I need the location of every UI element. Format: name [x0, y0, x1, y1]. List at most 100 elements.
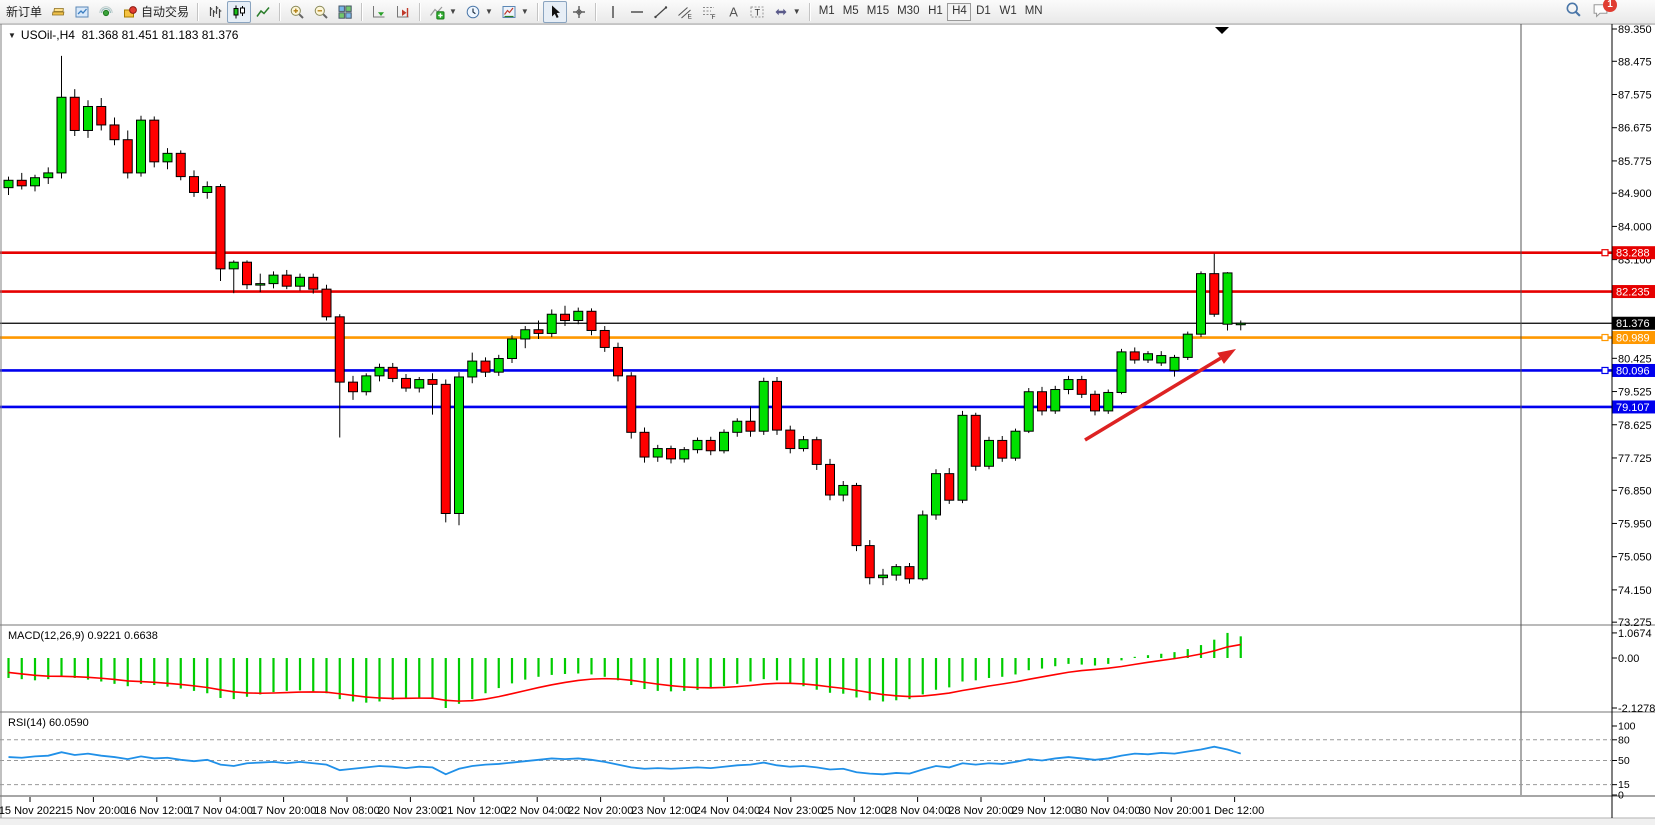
candle[interactable] — [137, 116, 146, 177]
fibonacci-button[interactable]: F — [697, 1, 721, 23]
axis-tick-label: 77.725 — [1618, 453, 1652, 465]
candle[interactable] — [627, 372, 636, 438]
auto-scroll-button[interactable] — [367, 1, 391, 23]
candle[interactable] — [720, 429, 729, 453]
bar-chart-icon — [207, 4, 223, 20]
tile-windows-button[interactable] — [333, 1, 357, 23]
search-button[interactable] — [1565, 1, 1582, 23]
trendline-button[interactable] — [649, 1, 673, 23]
candle[interactable] — [918, 511, 927, 581]
candle[interactable] — [1024, 388, 1033, 433]
time-label: 20 Nov 23:00 — [378, 805, 443, 817]
timeframe-m1-button[interactable]: M1 — [815, 3, 839, 21]
timeframe-m5-button[interactable]: M5 — [839, 3, 863, 21]
chart-expand-icon[interactable]: ▼ — [8, 31, 16, 40]
signals-button[interactable] — [94, 1, 118, 23]
timeframe-h1-button[interactable]: H1 — [923, 3, 947, 21]
candle[interactable] — [614, 343, 623, 382]
chat-button[interactable]: 1 — [1592, 1, 1609, 23]
time-label: 22 Nov 04:00 — [504, 805, 569, 817]
candle[interactable] — [640, 428, 649, 463]
svg-text:F: F — [711, 14, 715, 20]
svg-text:T: T — [754, 7, 760, 17]
autotrade-button[interactable]: 自动交易 — [118, 1, 193, 23]
zoom-in-icon — [289, 4, 305, 20]
time-label: 21 Nov 12:00 — [441, 805, 506, 817]
templates-button-dropdown-icon[interactable]: ▼ — [521, 7, 529, 16]
candle[interactable] — [216, 184, 225, 281]
time-label: 30 Nov 20:00 — [1138, 805, 1203, 817]
candle[interactable] — [759, 378, 768, 435]
chart-canvas[interactable]: 89.35088.47587.57586.67585.77584.90084.0… — [0, 24, 1655, 825]
line-handle[interactable] — [1602, 367, 1608, 373]
time-label: 25 Nov 12:00 — [821, 805, 886, 817]
candle[interactable] — [1051, 386, 1060, 414]
chart-shift-button[interactable] — [391, 1, 415, 23]
horizontal-line-button[interactable] — [625, 1, 649, 23]
timeframe-m15-button[interactable]: M15 — [863, 3, 893, 21]
timeframe-m30-button[interactable]: M30 — [893, 3, 923, 21]
candle[interactable] — [1104, 390, 1113, 414]
candle[interactable] — [1183, 332, 1192, 360]
candle[interactable] — [773, 377, 782, 435]
line-handle[interactable] — [1602, 335, 1608, 341]
navigator-button[interactable] — [70, 1, 94, 23]
chart-shift-icon — [395, 4, 411, 20]
indicators-button-dropdown-icon[interactable]: ▼ — [449, 7, 457, 16]
line-handle[interactable] — [1602, 250, 1608, 256]
arrows-button-dropdown-icon[interactable]: ▼ — [793, 7, 801, 16]
zoom-in-button[interactable] — [285, 1, 309, 23]
timeframe-w1-button[interactable]: W1 — [995, 3, 1020, 21]
templates-button[interactable]: ▼ — [497, 1, 533, 23]
candlestick-chart-button[interactable] — [227, 1, 251, 23]
bar-chart-button[interactable] — [203, 1, 227, 23]
time-label: 29 Nov 12:00 — [1012, 805, 1077, 817]
candle[interactable] — [958, 411, 967, 503]
periods-button[interactable]: ▼ — [461, 1, 497, 23]
candle[interactable] — [945, 468, 954, 504]
line-chart-button[interactable] — [251, 1, 275, 23]
candle[interactable] — [1011, 429, 1020, 461]
candle[interactable] — [362, 373, 371, 395]
candle[interactable] — [176, 150, 185, 180]
price-tag-80.096: 80.096 — [1613, 364, 1655, 378]
candle[interactable] — [150, 116, 159, 167]
candle[interactable] — [932, 469, 941, 520]
toolbar: 新订单 自动交易 ▼ ▼ ▼ E FAT ▼ M1M5M15M30H1H4D1W1MN 1 — [0, 0, 1655, 24]
label-button[interactable]: T — [745, 1, 769, 23]
candle[interactable] — [322, 285, 331, 321]
indicators-button[interactable]: ▼ — [425, 1, 461, 23]
time-label: 17 Nov 20:00 — [251, 805, 316, 817]
timeframe-d1-button[interactable]: D1 — [971, 3, 995, 21]
candle[interactable] — [971, 413, 980, 471]
svg-text:81.376: 81.376 — [1616, 318, 1650, 330]
arrows-button[interactable]: ▼ — [769, 1, 805, 23]
candle[interactable] — [455, 372, 464, 525]
candle[interactable] — [1077, 376, 1086, 398]
timeframe-h4-button[interactable]: H4 — [947, 3, 971, 21]
candle[interactable] — [508, 335, 517, 363]
candle[interactable] — [1223, 272, 1232, 330]
text-button[interactable]: A — [721, 1, 745, 23]
candle[interactable] — [985, 437, 994, 469]
svg-text:-2.1278: -2.1278 — [1618, 703, 1655, 715]
crosshair-button[interactable] — [567, 1, 591, 23]
equidistant-channel-button[interactable]: E — [673, 1, 697, 23]
time-label: 18 Nov 08:00 — [314, 805, 379, 817]
vertical-line-button[interactable] — [601, 1, 625, 23]
cursor-button[interactable] — [543, 1, 567, 23]
timeframe-mn-button[interactable]: MN — [1021, 3, 1047, 21]
new-order-button[interactable]: 新订单 — [2, 1, 46, 23]
time-label: 22 Nov 20:00 — [568, 805, 633, 817]
candle[interactable] — [243, 260, 252, 289]
candle[interactable] — [852, 483, 861, 551]
candle[interactable] — [1117, 349, 1126, 394]
candle[interactable] — [826, 459, 835, 500]
periods-button-dropdown-icon[interactable]: ▼ — [485, 7, 493, 16]
candle[interactable] — [1197, 271, 1206, 337]
candle[interactable] — [441, 380, 450, 523]
zoom-out-button[interactable] — [309, 1, 333, 23]
candlestick-icon — [231, 4, 247, 20]
market-watch-button[interactable] — [46, 1, 70, 23]
candle[interactable] — [865, 540, 874, 584]
